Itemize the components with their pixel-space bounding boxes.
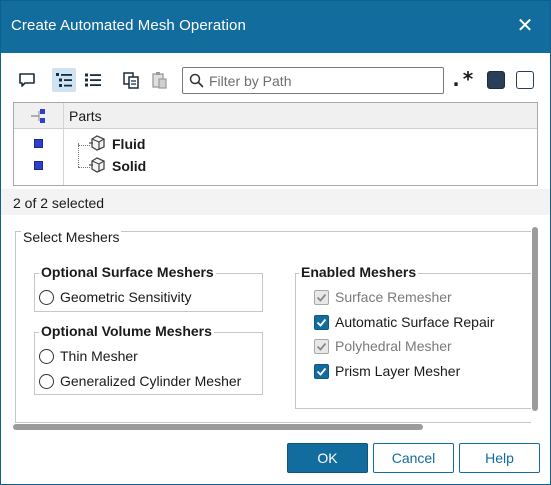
checkbox xyxy=(314,338,329,354)
column-divider xyxy=(63,103,64,185)
filter-input[interactable] xyxy=(209,71,437,91)
parts-tree: Parts Fluid Solid xyxy=(13,102,538,186)
select-meshers-label: Select Meshers xyxy=(21,229,122,245)
radio-button[interactable] xyxy=(39,373,54,389)
checkbox-polyhedral-mesher: Polyhedral Mesher xyxy=(314,336,452,356)
tree-header: Parts xyxy=(14,103,537,129)
checkbox xyxy=(314,289,329,305)
copy-icon[interactable] xyxy=(119,68,143,92)
paste-icon xyxy=(147,68,171,92)
radio-geometric-sensitivity[interactable]: Geometric Sensitivity xyxy=(39,287,191,307)
horizontal-scrollbar[interactable] xyxy=(13,422,531,430)
optional-surface-label: Optional Surface Meshers xyxy=(39,264,216,280)
checkbox-label: Automatic Surface Repair xyxy=(335,314,495,330)
checkbox[interactable] xyxy=(314,363,329,379)
parts-column-header[interactable]: Parts xyxy=(69,108,102,124)
radio-button[interactable] xyxy=(39,348,54,364)
part-icon xyxy=(88,134,108,155)
radio-thin-mesher[interactable]: Thin Mesher xyxy=(39,346,138,366)
part-label: Solid xyxy=(112,158,147,174)
dialog-title: Create Automated Mesh Operation xyxy=(11,17,246,34)
radio-label: Thin Mesher xyxy=(60,348,138,364)
search-icon xyxy=(189,73,204,91)
radio-button[interactable] xyxy=(39,289,54,305)
list-view-icon[interactable] xyxy=(81,68,105,92)
filter-box xyxy=(182,67,444,94)
tree-view-icon[interactable] xyxy=(52,68,76,92)
checkbox-label: Polyhedral Mesher xyxy=(335,338,452,354)
cancel-button[interactable]: Cancel xyxy=(373,443,454,473)
tree-item-solid[interactable]: Solid xyxy=(88,156,146,176)
part-icon xyxy=(88,156,108,177)
radio-label: Geometric Sensitivity xyxy=(60,289,192,305)
checkbox-label: Prism Layer Mesher xyxy=(335,363,461,379)
tree-structure-icon[interactable] xyxy=(30,108,50,127)
ok-button[interactable]: OK xyxy=(287,443,368,473)
toolbar: .* xyxy=(1,63,550,97)
tree-connector xyxy=(78,143,79,167)
radio-label: Generalized Cylinder Mesher xyxy=(60,373,242,389)
optional-volume-label: Optional Volume Meshers xyxy=(39,323,214,339)
regex-toggle[interactable]: .* xyxy=(450,67,474,91)
status-bar: 2 of 2 selected xyxy=(1,189,550,215)
solid-selection-marker[interactable] xyxy=(34,161,43,170)
checkbox-surface-remesher: Surface Remesher xyxy=(314,287,452,307)
fluid-selection-marker[interactable] xyxy=(34,139,43,148)
checkbox-label: Surface Remesher xyxy=(335,289,452,305)
checkbox[interactable] xyxy=(314,314,329,330)
checkbox-automatic-surface-repair[interactable]: Automatic Surface Repair xyxy=(314,312,495,332)
selection-count: 2 of 2 selected xyxy=(13,195,105,211)
dialog: Create Automated Mesh Operation ✕ .* xyxy=(0,0,551,485)
part-label: Fluid xyxy=(112,136,146,152)
select-all-icon[interactable] xyxy=(487,71,505,89)
help-button[interactable]: Help xyxy=(459,443,540,473)
vertical-scrollbar[interactable] xyxy=(531,225,539,421)
select-none-icon[interactable] xyxy=(516,71,534,89)
enabled-meshers-label: Enabled Meshers xyxy=(299,264,419,280)
checkbox-prism-layer-mesher[interactable]: Prism Layer Mesher xyxy=(314,361,460,381)
scroll-thumb[interactable] xyxy=(13,424,423,430)
close-icon[interactable]: ✕ xyxy=(514,15,536,37)
tree-item-fluid[interactable]: Fluid xyxy=(88,134,145,154)
comment-icon[interactable] xyxy=(15,68,39,92)
radio-generalized-cylinder-mesher[interactable]: Generalized Cylinder Mesher xyxy=(39,371,241,391)
title-bar: Create Automated Mesh Operation ✕ xyxy=(1,1,550,53)
scroll-thumb[interactable] xyxy=(532,227,538,411)
